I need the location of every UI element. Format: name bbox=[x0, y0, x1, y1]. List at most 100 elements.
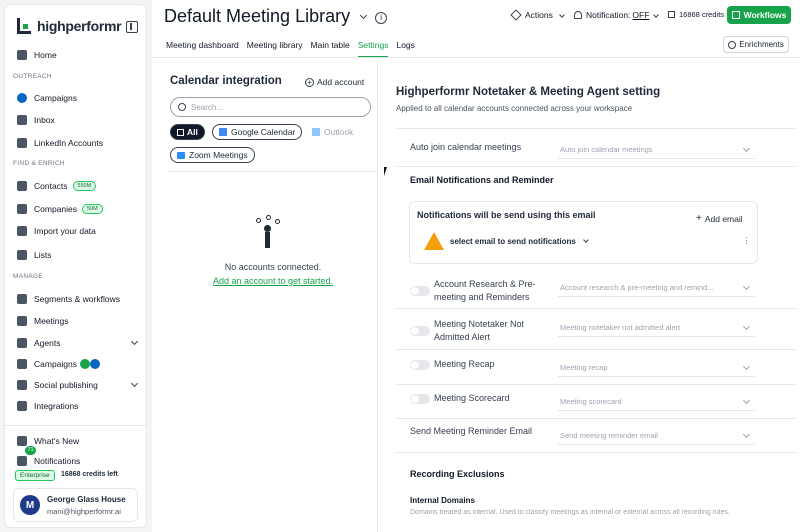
search-icon bbox=[178, 103, 186, 111]
actions-label: Actions bbox=[525, 10, 553, 20]
tab-meeting-library[interactable]: Meeting library bbox=[247, 40, 303, 58]
sidebar-item-label: Meetings bbox=[34, 316, 69, 326]
meetings-icon bbox=[17, 316, 27, 326]
scorecard-label: Meeting Scorecard bbox=[434, 393, 510, 403]
chevron-down-icon bbox=[559, 12, 565, 18]
add-account-button[interactable]: + Add account bbox=[305, 77, 364, 87]
tab-logs[interactable]: Logs bbox=[396, 40, 414, 58]
person-body-icon bbox=[265, 232, 270, 248]
sidebar-item-contacts[interactable]: Contacts 550M bbox=[17, 178, 97, 194]
filter-zoom-meetings[interactable]: Zoom Meetings bbox=[170, 147, 255, 163]
select-email-dropdown[interactable]: select email to send notifications bbox=[450, 237, 589, 246]
contacts-icon bbox=[17, 181, 27, 191]
divider bbox=[168, 171, 378, 172]
user-email: mani@highperformr.ai bbox=[47, 507, 121, 516]
sidebar-item-label: Import your data bbox=[34, 226, 96, 236]
calendar-icon bbox=[177, 128, 184, 136]
sidebar-item-social[interactable]: Social publishing bbox=[17, 377, 139, 393]
sidebar-item-label: Inbox bbox=[34, 115, 55, 125]
divider bbox=[396, 308, 796, 309]
add-email-label: Add email bbox=[704, 213, 743, 224]
sidebar-item-linkedin-accounts[interactable]: LinkedIn Accounts bbox=[17, 135, 103, 151]
brand-name: highperformr bbox=[37, 18, 122, 34]
sparkle-icon bbox=[17, 338, 27, 348]
person-head-icon bbox=[264, 225, 271, 232]
notifications-count-badge: 71 bbox=[25, 446, 36, 455]
section-manage: MANAGE bbox=[13, 273, 43, 280]
empty-illustration bbox=[256, 215, 280, 249]
not-admitted-toggle[interactable] bbox=[410, 326, 430, 336]
sidebar-item-segments[interactable]: Segments & workflows bbox=[17, 291, 120, 307]
sidebar-item-label: Integrations bbox=[34, 401, 79, 411]
filter-google-calendar[interactable]: Google Calendar bbox=[212, 124, 303, 140]
sidebar-item-inbox[interactable]: Inbox bbox=[17, 112, 55, 128]
recap-select[interactable]: Meeting recap bbox=[558, 359, 755, 377]
collapse-sidebar-icon[interactable] bbox=[126, 21, 138, 33]
workflows-button[interactable]: Workflows bbox=[727, 6, 791, 24]
notification-toggle[interactable]: Notification: OFF bbox=[574, 10, 660, 20]
network-node-icon bbox=[275, 219, 280, 224]
home-icon bbox=[17, 50, 27, 60]
campaigns-icon bbox=[17, 359, 27, 369]
divider bbox=[152, 57, 800, 58]
contacts-badge: 550M bbox=[72, 181, 97, 191]
sidebar-item-companies[interactable]: Companies 50M bbox=[17, 201, 103, 217]
scorecard-select[interactable]: Meeting scorecard bbox=[558, 393, 755, 411]
tab-settings[interactable]: Settings bbox=[357, 40, 389, 58]
research-toggle[interactable] bbox=[410, 286, 430, 296]
credits-value: 16868 credits bbox=[679, 10, 725, 19]
recap-toggle[interactable] bbox=[410, 360, 430, 370]
research-label: Account Research & Pre-meeting and Remin… bbox=[434, 279, 536, 302]
actions-menu[interactable]: Actions bbox=[510, 9, 565, 21]
sidebar-item-home[interactable]: Home bbox=[17, 47, 57, 63]
divider bbox=[396, 349, 796, 350]
empty-state-text: No accounts connected. bbox=[224, 262, 322, 272]
title-chevron-icon[interactable] bbox=[360, 11, 368, 20]
companies-icon bbox=[17, 204, 27, 214]
sidebar-item-integrations[interactable]: Integrations bbox=[17, 398, 78, 414]
sidebar-item-label: LinkedIn Accounts bbox=[34, 138, 103, 148]
more-options-icon[interactable]: · · · bbox=[745, 233, 748, 248]
brand-logo[interactable]: highperformr bbox=[15, 18, 122, 34]
gift-icon bbox=[17, 436, 27, 446]
notification-email-card: Notifications will be send using this em… bbox=[409, 201, 758, 264]
sidebar-item-agents[interactable]: Agents bbox=[17, 335, 139, 351]
sidebar-item-campaigns-multi[interactable]: Campaigns bbox=[17, 356, 100, 372]
calendar-title: Calendar integration bbox=[170, 75, 282, 87]
divider bbox=[396, 384, 796, 385]
scorecard-toggle[interactable] bbox=[410, 394, 430, 404]
tab-main-table[interactable]: Main table bbox=[311, 40, 350, 58]
sidebar-item-label: Notifications bbox=[34, 456, 81, 466]
sidebar-item-notifications[interactable]: Notifications bbox=[17, 453, 80, 469]
sidebar-item-label: Social publishing bbox=[34, 380, 98, 390]
sidebar-item-import[interactable]: Import your data bbox=[17, 223, 96, 239]
segments-icon bbox=[17, 294, 27, 304]
reminder-select[interactable]: Send meeting reminder email bbox=[558, 427, 755, 445]
notification-label: Notification: bbox=[586, 10, 631, 20]
tab-meeting-dashboard[interactable]: Meeting dashboard bbox=[166, 40, 239, 58]
workflow-icon bbox=[731, 11, 740, 19]
tab-bar: Meeting dashboard Meeting library Main t… bbox=[166, 40, 423, 58]
not-admitted-select[interactable]: Meeting notetaker not admitted alert bbox=[558, 319, 755, 337]
sidebar-item-label: Agents bbox=[34, 338, 61, 348]
filter-all[interactable]: All bbox=[170, 124, 205, 140]
linkedin-channel-icon bbox=[90, 359, 100, 369]
add-email-button[interactable]: + Add email bbox=[696, 213, 743, 224]
research-select[interactable]: Account research & pre-meeting and remin… bbox=[558, 279, 755, 297]
search-input[interactable]: Search... bbox=[170, 97, 371, 117]
plus-icon: + bbox=[696, 213, 702, 224]
sidebar-item-label: Segments & workflows bbox=[34, 294, 120, 304]
sidebar-item-campaigns[interactable]: Campaigns bbox=[17, 90, 77, 106]
info-icon[interactable]: i bbox=[375, 12, 388, 24]
sidebar-item-meetings[interactable]: Meetings bbox=[17, 313, 69, 329]
outlook-icon bbox=[312, 128, 320, 136]
enrichments-button[interactable]: Enrichments bbox=[723, 36, 789, 53]
credits-icon bbox=[668, 11, 675, 18]
auto-join-select[interactable]: Auto join calendar meetings bbox=[558, 141, 755, 159]
add-account-link[interactable]: Add an account to get started. bbox=[168, 276, 378, 286]
sidebar-item-lists[interactable]: Lists bbox=[17, 247, 51, 263]
filter-outlook[interactable]: Outlook bbox=[306, 124, 359, 140]
auto-join-label: Auto join calendar meetings bbox=[410, 142, 522, 152]
filter-label: Outlook bbox=[324, 127, 354, 137]
user-menu[interactable]: M George Glass House mani@highperformr.a… bbox=[13, 488, 138, 522]
